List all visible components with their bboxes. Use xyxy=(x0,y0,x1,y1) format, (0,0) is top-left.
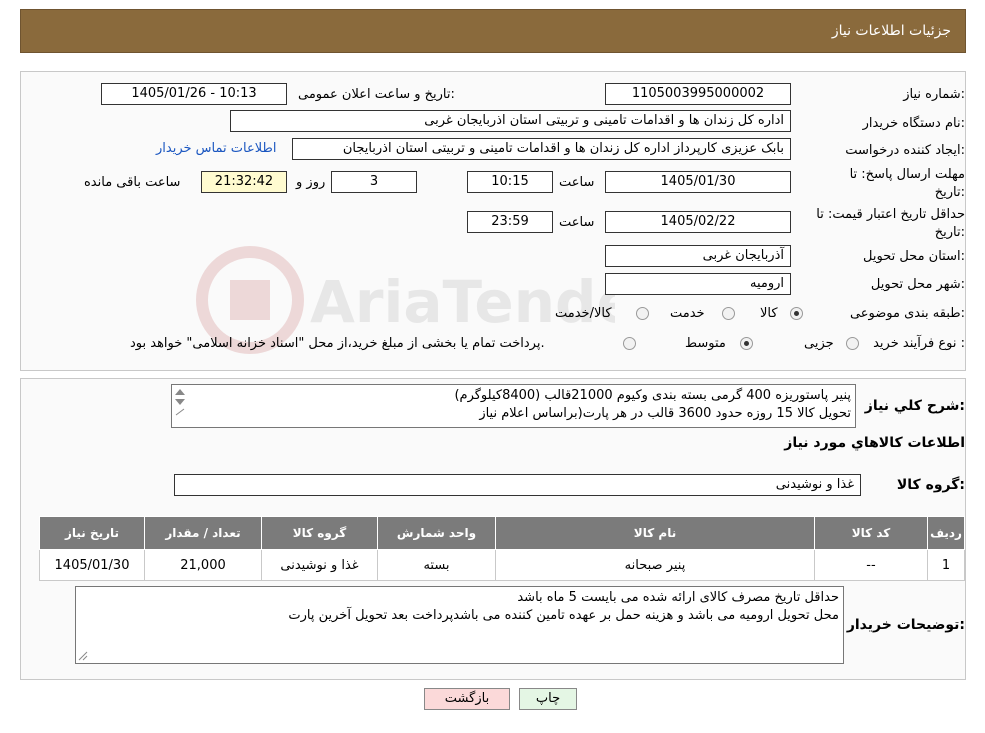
scroll-arrows-icon[interactable] xyxy=(174,387,186,417)
city-field: ارومیه xyxy=(605,273,791,295)
cell-quantity: 21,000 xyxy=(144,549,262,581)
page-header: جزئیات اطلاعات نیاز xyxy=(20,9,966,53)
cell-group: غذا و نوشیدنی xyxy=(261,549,378,581)
buyer-contact-link[interactable]: اطلاعات تماس خریدار xyxy=(156,141,276,156)
col-unit: واحد شمارش xyxy=(377,516,496,550)
summary-label: شرح کلي نياز: xyxy=(864,398,965,414)
table-row: 1 -- پنیر صبحانه بسته غذا و نوشیدنی 21,0… xyxy=(39,549,965,581)
category-option-goods-service: کالا/خدمت xyxy=(555,306,612,321)
goods-group-field: غذا و نوشیدنی xyxy=(174,474,861,496)
col-row: ردیف xyxy=(927,516,965,550)
validity-label: حداقل تاریخ اعتبار قیمت: تا تاریخ: xyxy=(816,207,965,240)
cell-row: 1 xyxy=(927,549,965,581)
buyer-notes-line-1: حداقل تاریخ مصرف کالای ارائه شده می بایس… xyxy=(517,590,839,605)
goods-table: ردیف کد کالا نام کالا واحد شمارش گروه کا… xyxy=(39,516,965,581)
days-field: 3 xyxy=(331,171,417,193)
creator-label: ایجاد کننده درخواست: xyxy=(845,143,965,158)
validity-time-label: ساعت xyxy=(559,215,595,230)
resize-handle-icon[interactable] xyxy=(78,651,88,661)
remaining-label: ساعت باقی مانده xyxy=(84,175,181,190)
goods-table-header: ردیف کد کالا نام کالا واحد شمارش گروه کا… xyxy=(39,516,965,550)
announce-field: 1405/01/26 - 10:13 xyxy=(101,83,287,105)
buyer-org-field: اداره کل زندان ها و اقدامات تامینی و ترب… xyxy=(230,110,791,132)
process-radio-small[interactable] xyxy=(846,337,859,350)
treasury-checkbox[interactable] xyxy=(623,337,636,350)
back-button[interactable]: بازگشت xyxy=(424,688,510,710)
need-number-field: 1105003995000002 xyxy=(605,83,791,105)
goods-section-title: اطلاعات کالاهاي مورد نياز xyxy=(784,435,965,451)
process-option-small: جزیی xyxy=(804,336,834,351)
buyer-org-label: نام دستگاه خریدار: xyxy=(862,116,965,131)
process-option-medium: متوسط xyxy=(685,336,726,351)
goods-group-label: گروه کالا: xyxy=(896,477,965,493)
validity-date-field: 1405/02/22 xyxy=(605,211,791,233)
cell-name: پنیر صبحانه xyxy=(495,549,815,581)
province-label: استان محل تحویل: xyxy=(863,249,965,264)
category-option-service: خدمت xyxy=(670,306,705,321)
buyer-notes-line-2: محل تحویل ارومیه می باشد و هزینه حمل بر … xyxy=(288,608,839,623)
validity-time-field: 23:59 xyxy=(467,211,553,233)
col-date: تاریخ نیاز xyxy=(39,516,145,550)
category-radio-goods[interactable] xyxy=(790,307,803,320)
province-field: آذربایجان غربی xyxy=(605,245,791,267)
col-quantity: تعداد / مقدار xyxy=(144,516,262,550)
process-label: نوع فرآیند خرید : xyxy=(873,336,965,351)
cell-code: -- xyxy=(814,549,928,581)
city-label: شهر محل تحویل: xyxy=(870,277,965,292)
deadline-time-field: 10:15 xyxy=(467,171,553,193)
category-radio-service[interactable] xyxy=(722,307,735,320)
deadline-time-label: ساعت xyxy=(559,175,595,190)
col-name: نام کالا xyxy=(495,516,815,550)
page-title: جزئیات اطلاعات نیاز xyxy=(831,23,951,39)
cell-unit: بسته xyxy=(377,549,496,581)
category-label: طبقه بندی موضوعی: xyxy=(849,306,965,321)
remaining-time-field: 21:32:42 xyxy=(201,171,287,193)
col-code: کد کالا xyxy=(814,516,928,550)
col-group: گروه کالا xyxy=(261,516,378,550)
announce-label: تاریخ و ساعت اعلان عمومی: xyxy=(298,87,455,102)
creator-field: بابک عزیزی کارپرداز اداره کل زندان ها و … xyxy=(292,138,791,160)
category-radio-goods-service[interactable] xyxy=(636,307,649,320)
process-note: پرداخت تمام یا بخشی از مبلغ خرید،از محل … xyxy=(130,336,545,351)
need-number-label: شماره نیاز: xyxy=(903,87,965,102)
process-radio-medium[interactable] xyxy=(740,337,753,350)
deadline-label: مهلت ارسال پاسخ: تا تاریخ: xyxy=(849,167,965,200)
summary-textarea[interactable]: پنیر پاستوریزه 400 گرمی بسته بندی وکیوم … xyxy=(171,384,856,428)
summary-line-1: پنیر پاستوریزه 400 گرمی بسته بندی وکیوم … xyxy=(454,388,851,403)
summary-line-2: تحویل کالا 15 روزه حدود 3600 قالب در هر … xyxy=(479,406,851,421)
category-option-goods: کالا xyxy=(760,306,778,321)
days-label: روز و xyxy=(296,175,326,190)
buyer-notes-label: توضیحات خریدار: xyxy=(846,617,965,633)
cell-date: 1405/01/30 xyxy=(39,549,145,581)
print-button[interactable]: چاپ xyxy=(519,688,577,710)
deadline-date-field: 1405/01/30 xyxy=(605,171,791,193)
buyer-notes-textarea[interactable]: حداقل تاریخ مصرف کالای ارائه شده می بایس… xyxy=(75,586,844,664)
